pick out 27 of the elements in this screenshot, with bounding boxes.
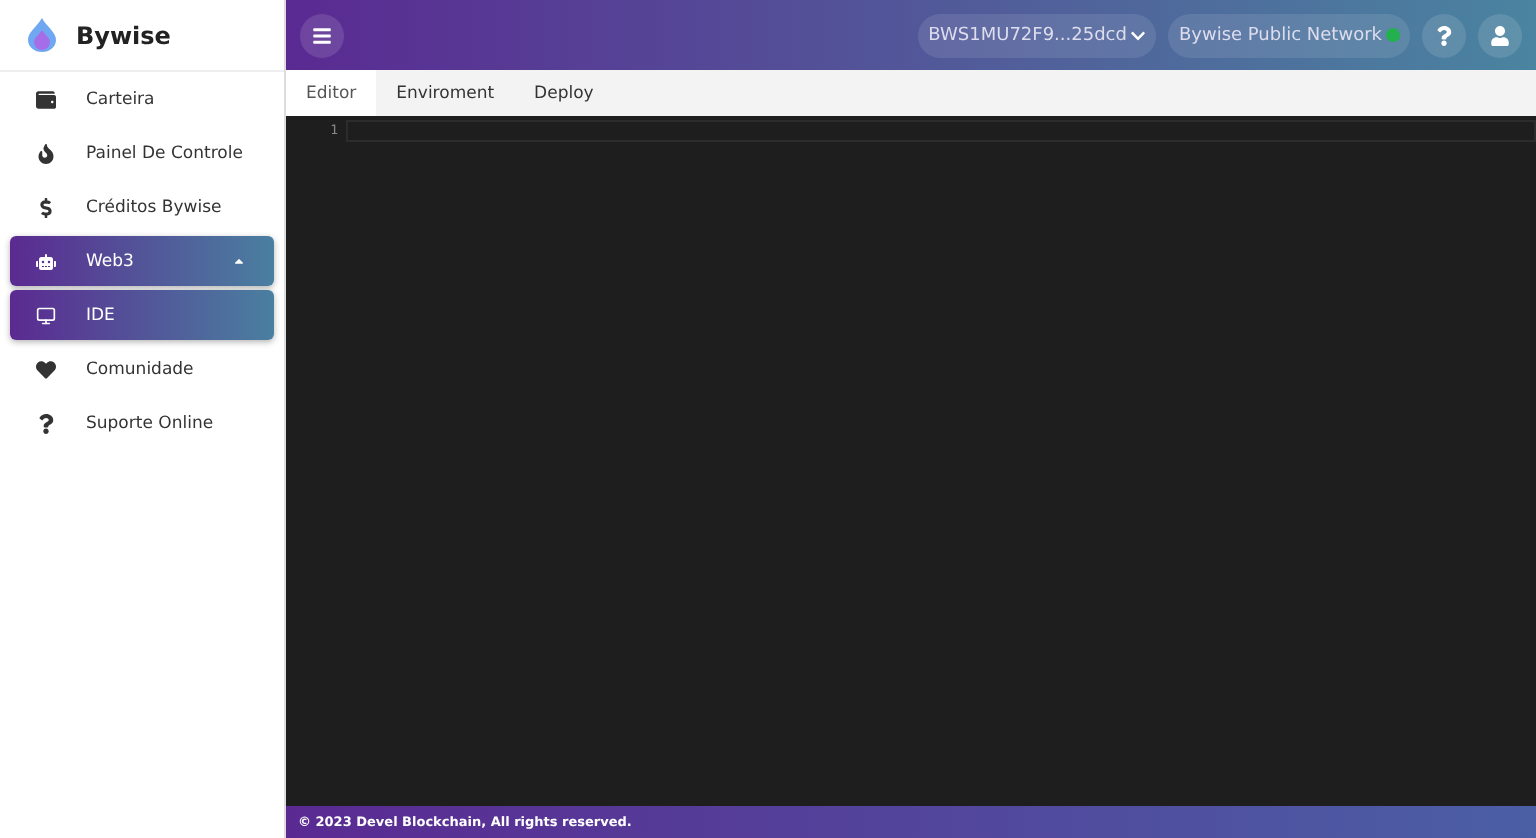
sidebar-item[interactable]: Créditos Bywise (10, 182, 274, 232)
sidebar-item[interactable]: Suporte Online (10, 398, 274, 448)
tab[interactable]: Editor (286, 70, 377, 116)
wallet-icon (34, 89, 58, 109)
heart-icon (34, 359, 58, 379)
sidebar-item[interactable]: Web3 (10, 236, 274, 286)
logo-icon (28, 18, 56, 52)
question-icon (34, 413, 58, 433)
dollar-icon (34, 197, 58, 217)
sidebar-item[interactable]: Carteira (10, 74, 274, 124)
sidebar-item[interactable]: Painel De Controle (10, 128, 274, 178)
sidebar-item[interactable]: Comunidade (10, 344, 274, 394)
user-button[interactable] (1478, 13, 1522, 57)
flame-icon (34, 143, 58, 163)
wallet-selector[interactable]: BWS1MU72F9...25dcd (918, 13, 1157, 57)
tab[interactable]: Deploy (514, 70, 614, 116)
help-button[interactable] (1422, 13, 1466, 57)
question-icon (1434, 25, 1454, 45)
menu-icon (312, 25, 332, 45)
monitor-icon (34, 305, 58, 325)
robot-icon (34, 251, 58, 271)
user-icon (1490, 25, 1510, 45)
brand-name: Bywise (76, 21, 171, 49)
tab[interactable]: Enviroment (376, 70, 515, 116)
chevron-icon (1130, 27, 1147, 43)
sidebar-item[interactable]: IDE (10, 290, 274, 340)
menu-button[interactable] (300, 13, 344, 57)
